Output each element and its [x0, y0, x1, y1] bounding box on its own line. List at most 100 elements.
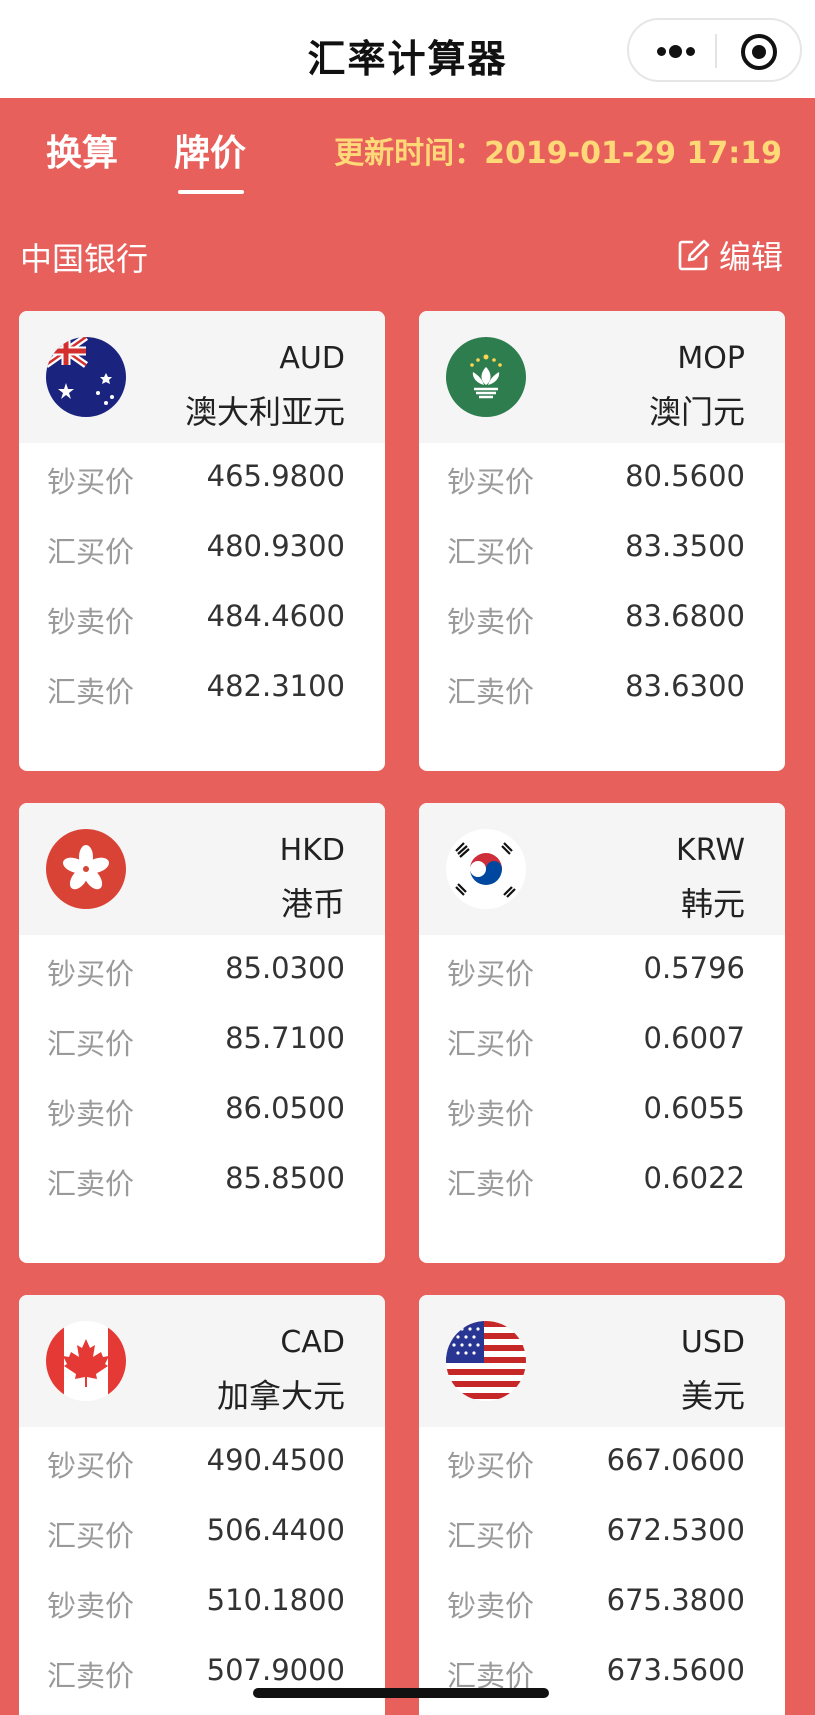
- rate-row-transfer-sell: 汇卖价 83.6300: [419, 669, 785, 709]
- rate-row-cash-buy: 钞买价 667.0600: [419, 1443, 785, 1483]
- rate-label: 钞买价: [447, 465, 535, 499]
- title-bar: 汇率计算器: [0, 0, 815, 98]
- rate-row-cash-buy: 钞买价 465.9800: [19, 459, 385, 499]
- rate-row-cash-sell: 钞卖价 86.0500: [19, 1091, 385, 1131]
- currency-code: MOP: [677, 341, 745, 376]
- currency-code: KRW: [676, 833, 745, 868]
- rate-value: 0.5796: [643, 951, 745, 985]
- rate-value: 484.4600: [206, 599, 345, 633]
- currency-name: 港币: [280, 885, 345, 923]
- rate-row-cash-buy: 钞买价 85.0300: [19, 951, 385, 991]
- rate-value: 480.9300: [206, 529, 345, 563]
- currency-code: HKD: [279, 833, 345, 868]
- rate-value: 85.8500: [225, 1161, 345, 1195]
- rate-row-transfer-sell: 汇卖价 85.8500: [19, 1161, 385, 1201]
- active-tab-indicator: [178, 190, 244, 194]
- rate-value: 482.3100: [206, 669, 345, 703]
- rate-row-cash-buy: 钞买价 0.5796: [419, 951, 785, 991]
- card-header: USD 美元: [419, 1295, 785, 1427]
- rate-row-transfer-buy: 汇买价 672.5300: [419, 1513, 785, 1553]
- rate-label: 钞卖价: [447, 1589, 535, 1623]
- currency-name: 澳门元: [648, 393, 745, 431]
- card-header: HKD 港币: [19, 803, 385, 935]
- currency-name: 美元: [680, 1377, 745, 1415]
- rate-label: 钞买价: [47, 465, 135, 499]
- rate-value: 85.7100: [225, 1021, 345, 1055]
- edit-label: 编辑: [718, 238, 783, 276]
- currency-card-krw[interactable]: KRW 韩元 钞买价 0.5796 汇买价 0.6007 钞卖价 0.6055 汇卖价…: [419, 803, 785, 1263]
- rate-label: 钞卖价: [47, 1589, 135, 1623]
- currency-card-usd[interactable]: USD 美元 钞买价 667.0600 汇买价 672.5300 钞卖价 675.38…: [419, 1295, 785, 1715]
- tab-convert[interactable]: 换算: [46, 124, 118, 176]
- rate-label: 汇买价: [47, 1027, 135, 1061]
- rate-label: 汇卖价: [447, 675, 535, 709]
- rate-label: 钞买价: [47, 1449, 135, 1483]
- update-time: 更新时间：2019-01-29 17:19: [334, 136, 782, 171]
- rate-label: 钞买价: [447, 1449, 535, 1483]
- rate-value: 0.6007: [643, 1021, 745, 1055]
- rate-label: 汇买价: [447, 1519, 535, 1553]
- rate-value: 673.5600: [606, 1653, 745, 1687]
- bank-name[interactable]: 中国银行: [20, 234, 148, 280]
- card-header: CAD 加拿大元: [19, 1295, 385, 1427]
- canada-flag-icon: [46, 1321, 126, 1401]
- rate-row-cash-buy: 钞买价 490.4500: [19, 1443, 385, 1483]
- rate-value: 490.4500: [206, 1443, 345, 1477]
- mini-program-capsule: [627, 18, 802, 82]
- rate-label: 钞卖价: [447, 605, 535, 639]
- rate-value: 672.5300: [606, 1513, 745, 1547]
- rate-row-transfer-sell: 汇卖价 482.3100: [19, 669, 385, 709]
- rate-row-transfer-sell: 汇卖价 0.6022: [419, 1161, 785, 1201]
- capsule-divider: [715, 34, 717, 68]
- rate-value: 85.0300: [225, 951, 345, 985]
- rate-label: 汇卖价: [47, 1167, 135, 1201]
- rate-value: 83.6300: [625, 669, 745, 703]
- rate-label: 汇买价: [47, 535, 135, 569]
- rate-value: 86.0500: [225, 1091, 345, 1125]
- rate-label: 汇卖价: [447, 1167, 535, 1201]
- rate-row-cash-sell: 钞卖价 484.4600: [19, 599, 385, 639]
- rate-row-cash-sell: 钞卖价 675.3800: [419, 1583, 785, 1623]
- currency-card-cad[interactable]: CAD 加拿大元 钞买价 490.4500 汇买价 506.4400 钞卖价 510.…: [19, 1295, 385, 1715]
- rate-label: 钞买价: [447, 957, 535, 991]
- currency-name: 韩元: [680, 885, 745, 923]
- rate-value: 510.1800: [206, 1583, 345, 1617]
- macau-flag-icon: [446, 337, 526, 417]
- more-icon[interactable]: [655, 42, 699, 62]
- rate-value: 83.3500: [625, 529, 745, 563]
- rate-row-transfer-buy: 汇买价 85.7100: [19, 1021, 385, 1061]
- currency-name: 加拿大元: [216, 1377, 345, 1415]
- currency-card-mop[interactable]: MOP 澳门元 钞买价 80.5600 汇买价 83.3500 钞卖价 83.6800…: [419, 311, 785, 771]
- rate-value: 507.9000: [206, 1653, 345, 1687]
- rate-label: 汇买价: [447, 535, 535, 569]
- south-korea-flag-icon: [446, 829, 526, 909]
- edit-button[interactable]: 编辑: [677, 232, 783, 278]
- rate-label: 钞卖价: [47, 1097, 135, 1131]
- rate-row-cash-sell: 钞卖价 0.6055: [419, 1091, 785, 1131]
- tab-quote[interactable]: 牌价: [174, 124, 246, 176]
- usa-flag-icon: [446, 1321, 526, 1401]
- rate-label: 汇买价: [47, 1519, 135, 1553]
- currency-card-aud[interactable]: AUD 澳大利亚元 钞买价 465.9800 汇买价 480.9300 钞卖价 484…: [19, 311, 385, 771]
- rate-label: 汇卖价: [47, 1659, 135, 1693]
- rate-value: 0.6022: [643, 1161, 745, 1195]
- rate-label: 钞卖价: [47, 605, 135, 639]
- australia-flag-icon: [46, 337, 126, 417]
- currency-code: USD: [680, 1325, 745, 1360]
- rate-value: 675.3800: [606, 1583, 745, 1617]
- currency-code: AUD: [279, 341, 345, 376]
- rate-label: 钞买价: [47, 957, 135, 991]
- close-icon[interactable]: [741, 34, 777, 70]
- rate-row-transfer-sell: 汇卖价 507.9000: [19, 1653, 385, 1693]
- currency-card-hkd[interactable]: HKD 港币 钞买价 85.0300 汇买价 85.7100 钞卖价 86.0500 …: [19, 803, 385, 1263]
- currency-code: CAD: [280, 1325, 345, 1360]
- hong-kong-flag-icon: [46, 829, 126, 909]
- home-indicator: [253, 1688, 549, 1698]
- rate-row-cash-sell: 钞卖价 83.6800: [419, 599, 785, 639]
- card-header: AUD 澳大利亚元: [19, 311, 385, 443]
- rate-row-cash-buy: 钞买价 80.5600: [419, 459, 785, 499]
- rate-label: 汇卖价: [47, 675, 135, 709]
- rate-row-cash-sell: 钞卖价 510.1800: [19, 1583, 385, 1623]
- rate-value: 465.9800: [206, 459, 345, 493]
- rate-label: 钞卖价: [447, 1097, 535, 1131]
